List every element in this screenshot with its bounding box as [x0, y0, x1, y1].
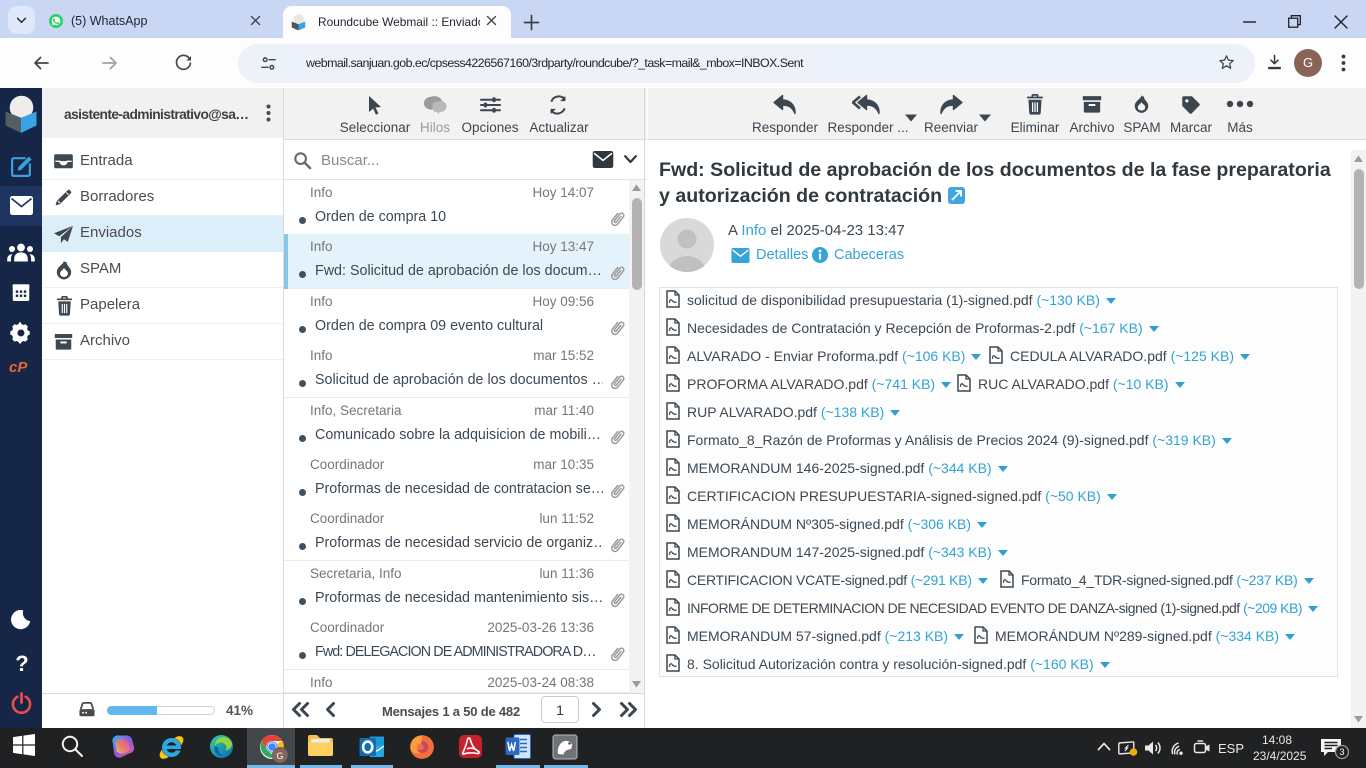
svg-text:3: 3 — [1339, 747, 1344, 757]
